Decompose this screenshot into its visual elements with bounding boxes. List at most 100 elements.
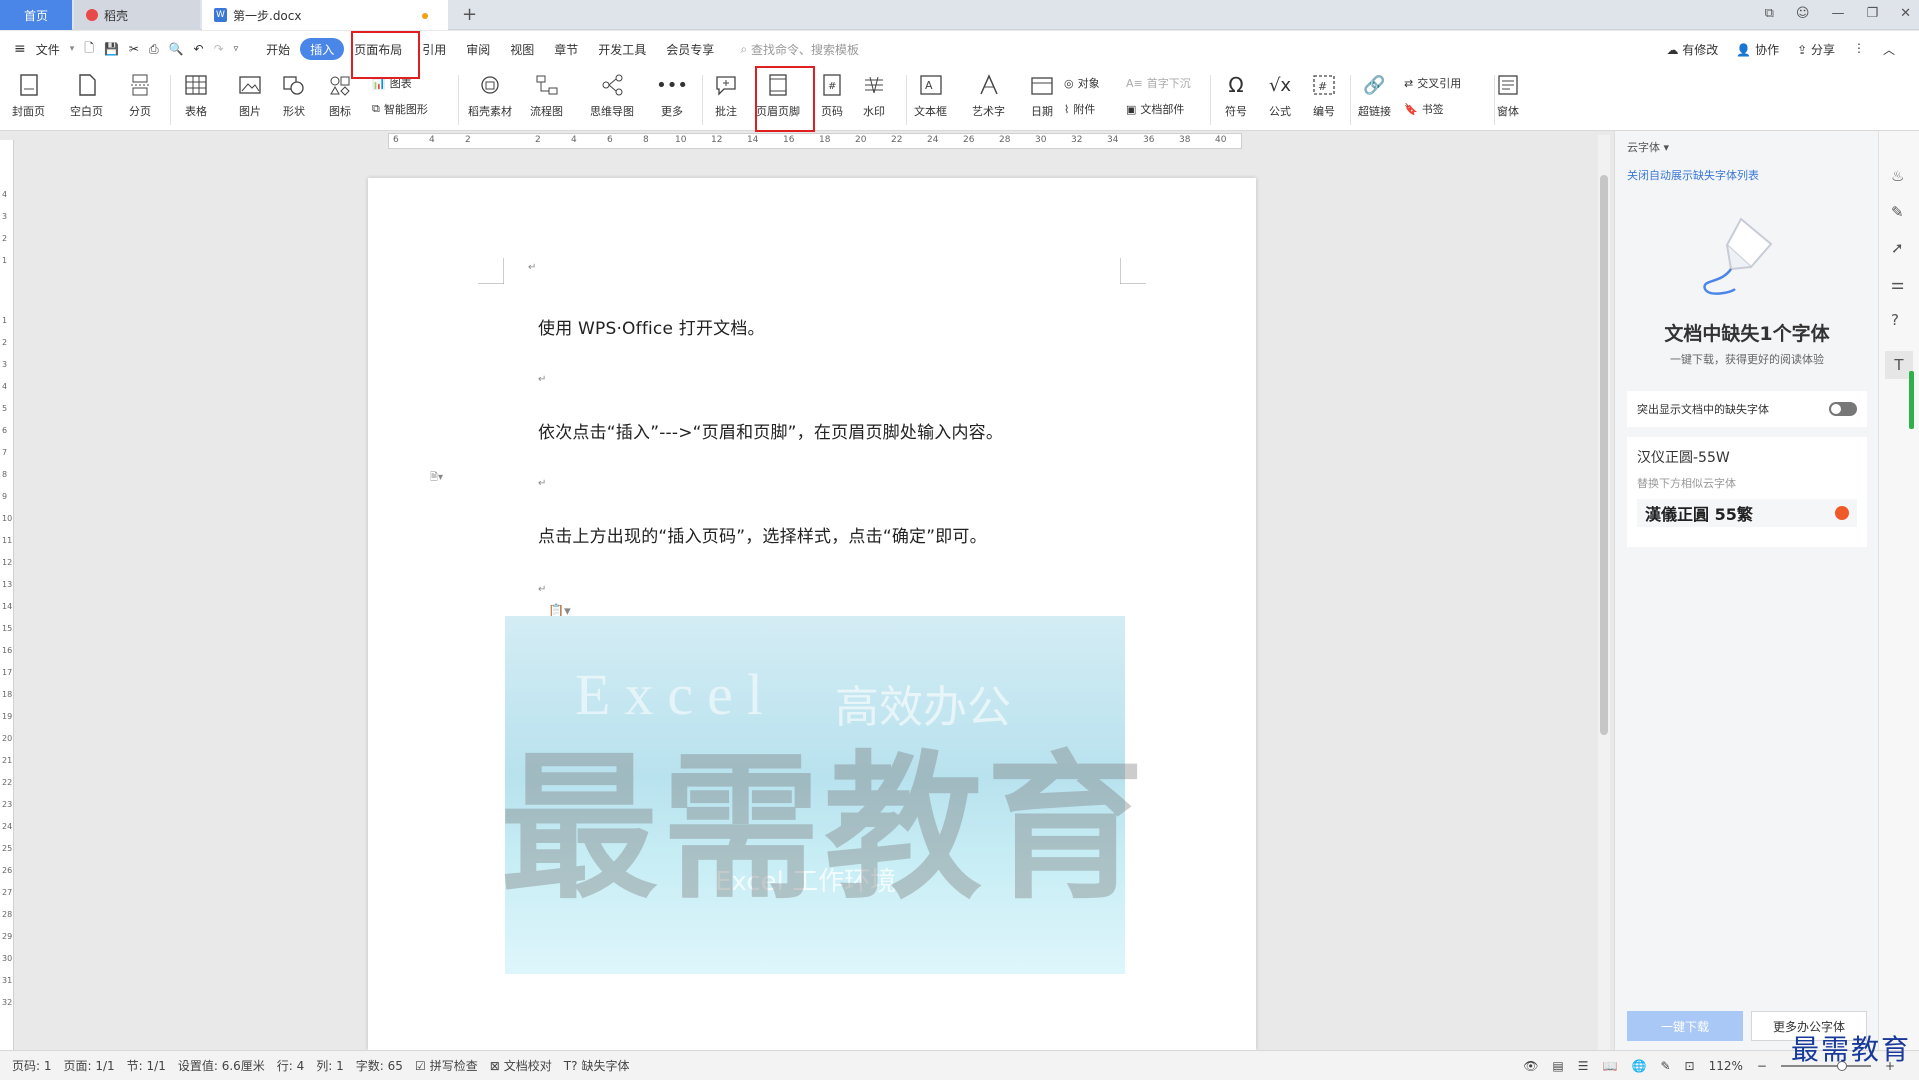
paragraph-2[interactable]: 依次点击“插入”--->“页眉和页脚”，在页眉页脚处输入内容。: [538, 418, 1003, 443]
object-button[interactable]: ◎ 对象: [1064, 75, 1100, 91]
missing-font-button[interactable]: T? 缺失字体: [564, 1057, 630, 1074]
tab-home-label: 首页: [23, 8, 48, 23]
menu-tab-review[interactable]: 审阅: [456, 38, 500, 60]
bookmark-button[interactable]: 🔖 书签: [1404, 101, 1444, 117]
formula-button[interactable]: √x 公式: [1266, 71, 1294, 119]
dropcap-button[interactable]: A≡ 首字下沉: [1126, 75, 1191, 91]
textbox-button[interactable]: A 文本框: [914, 71, 947, 119]
collapse-ribbon-icon[interactable]: ︿: [1883, 41, 1895, 58]
print-preview-icon[interactable]: 🔍: [169, 42, 184, 56]
new-tab-button[interactable]: +: [462, 4, 477, 25]
highlight-missing-toggle[interactable]: [1829, 402, 1857, 416]
scrollbar-thumb[interactable]: [1600, 175, 1608, 735]
command-search[interactable]: ⌕ 查找命令、搜索模板: [740, 41, 859, 58]
collaborate-label: 协作: [1755, 42, 1780, 57]
more-button[interactable]: ••• 更多: [656, 71, 688, 119]
eye-protect-icon[interactable]: 👁: [1523, 1059, 1538, 1073]
fit-page-icon[interactable]: ⊡: [1685, 1059, 1695, 1073]
download-all-button[interactable]: 一键下载: [1627, 1011, 1743, 1041]
customize-icon[interactable]: ▿: [234, 44, 239, 54]
cursor-icon[interactable]: ➚: [1891, 239, 1904, 257]
style-icon[interactable]: ♨: [1891, 167, 1904, 185]
share-button[interactable]: ⇪ 分享: [1797, 41, 1835, 58]
watermark-button[interactable]: 水印: [860, 71, 888, 119]
avatar[interactable]: ☺: [1796, 6, 1810, 21]
numbering-button[interactable]: # 编号: [1310, 71, 1338, 119]
vertical-scrollbar[interactable]: [1598, 135, 1610, 1050]
web-view-icon[interactable]: 🌐: [1631, 1059, 1646, 1073]
symbol-button[interactable]: Ω 符号: [1222, 71, 1250, 119]
save-icon[interactable]: 💾: [104, 42, 119, 56]
pen-icon[interactable]: ✎: [1891, 203, 1904, 221]
status-setting[interactable]: 设置值: 6.6厘米: [178, 1057, 265, 1074]
shape-button[interactable]: 形状: [280, 71, 308, 119]
blank-page-button[interactable]: 空白页: [70, 71, 103, 119]
status-page[interactable]: 页码: 1: [12, 1057, 52, 1074]
zoom-level[interactable]: 112%: [1709, 1059, 1743, 1073]
ribbon-separator: [906, 75, 907, 125]
tab-home[interactable]: 首页: [0, 0, 72, 30]
menu-tab-view[interactable]: 视图: [500, 38, 544, 60]
missing-font-name: 汉仪正圆-55W: [1637, 450, 1730, 466]
comment-button[interactable]: 批注: [712, 71, 740, 119]
page-view-icon[interactable]: ▤: [1552, 1059, 1563, 1073]
page-break-button[interactable]: 分页: [126, 71, 154, 119]
file-menu[interactable]: 文件: [36, 41, 60, 58]
paragraph-3[interactable]: 点击上方出现的“插入页码”，选择样式，点击“确定”即可。: [538, 522, 987, 547]
docpart-button[interactable]: ▣ 文档部件: [1126, 101, 1184, 117]
write-mode-icon[interactable]: ✎: [1660, 1059, 1670, 1073]
close-auto-show-link[interactable]: 关闭自动展示缺失字体列表: [1627, 167, 1759, 183]
cover-page-button[interactable]: 封面页: [12, 71, 45, 119]
read-view-icon[interactable]: 📖: [1603, 1059, 1618, 1073]
tab-document[interactable]: W 第一步.docx: [202, 0, 448, 30]
menu-tab-insert[interactable]: 插入: [300, 38, 345, 60]
docer-material-button[interactable]: 稻壳素材: [468, 71, 512, 119]
paragraph-options-icon[interactable]: 🗎▾: [430, 470, 443, 487]
hamburger-icon[interactable]: ≡: [14, 41, 26, 57]
menu-tab-developer[interactable]: 开发工具: [588, 38, 656, 60]
settings-slider-icon[interactable]: ⚌: [1891, 275, 1904, 293]
page-number-button[interactable]: # 页码: [818, 71, 846, 119]
menu-tab-section[interactable]: 章节: [544, 38, 588, 60]
cloud-font-option[interactable]: 漢儀正圓 55繁: [1637, 499, 1857, 527]
redo-icon[interactable]: ↷: [214, 42, 224, 56]
format-painter-icon[interactable]: ✂: [129, 42, 139, 56]
status-words[interactable]: 字数: 65: [356, 1057, 403, 1074]
icons-button[interactable]: 图标: [326, 71, 354, 119]
mindmap-label: 思维导图: [590, 105, 634, 118]
picture-button[interactable]: 图片: [236, 71, 264, 119]
layout-icon[interactable]: ⧉: [1765, 6, 1774, 21]
collaborate-button[interactable]: 👤 协作: [1736, 41, 1779, 58]
doc-proof-button[interactable]: ⊠ 文档校对: [490, 1057, 552, 1074]
undo-icon[interactable]: ↶: [194, 42, 204, 56]
smartart-button[interactable]: ⧉ 智能图形: [372, 101, 428, 117]
outline-view-icon[interactable]: ☰: [1578, 1059, 1589, 1073]
restore-button[interactable]: ❐: [1866, 6, 1878, 21]
wordart-button[interactable]: 艺术字: [972, 71, 1005, 119]
new-doc-icon[interactable]: 🗋: [84, 39, 94, 60]
smartart-icon: ⧉: [372, 102, 380, 115]
print-icon[interactable]: ⎙: [149, 42, 159, 57]
panel-title[interactable]: 云字体 ▾: [1627, 139, 1669, 155]
form-window-button[interactable]: 窗体: [1494, 71, 1522, 119]
close-button[interactable]: ✕: [1900, 6, 1911, 21]
tab-docer[interactable]: 稻壳: [74, 0, 200, 30]
date-button[interactable]: 日期: [1028, 71, 1056, 119]
table-button[interactable]: 表格: [182, 71, 210, 119]
spell-check-button[interactable]: ☑ 拼写检查: [415, 1057, 478, 1074]
status-section[interactable]: 节: 1/1: [127, 1057, 166, 1074]
menu-tab-home[interactable]: 开始: [256, 38, 300, 60]
hyperlink-button[interactable]: 🔗 超链接: [1358, 71, 1391, 119]
help-icon[interactable]: ?: [1891, 311, 1899, 329]
status-pages[interactable]: 页面: 1/1: [64, 1057, 115, 1074]
menu-tab-member[interactable]: 会员专享: [656, 38, 724, 60]
paragraph-1[interactable]: 使用 WPS·Office 打开文档。: [538, 314, 765, 339]
more-menu-icon[interactable]: ⋮: [1853, 41, 1865, 58]
zoom-out-icon[interactable]: −: [1757, 1059, 1767, 1073]
crossref-button[interactable]: ⇄ 交叉引用: [1404, 75, 1461, 91]
mindmap-button[interactable]: 思维导图: [590, 71, 634, 119]
minimize-button[interactable]: —: [1831, 6, 1844, 21]
attachment-button[interactable]: ⌇ 附件: [1064, 101, 1095, 117]
revisions-button[interactable]: ☁ 有修改: [1666, 41, 1718, 58]
flowchart-button[interactable]: 流程图: [530, 71, 563, 119]
